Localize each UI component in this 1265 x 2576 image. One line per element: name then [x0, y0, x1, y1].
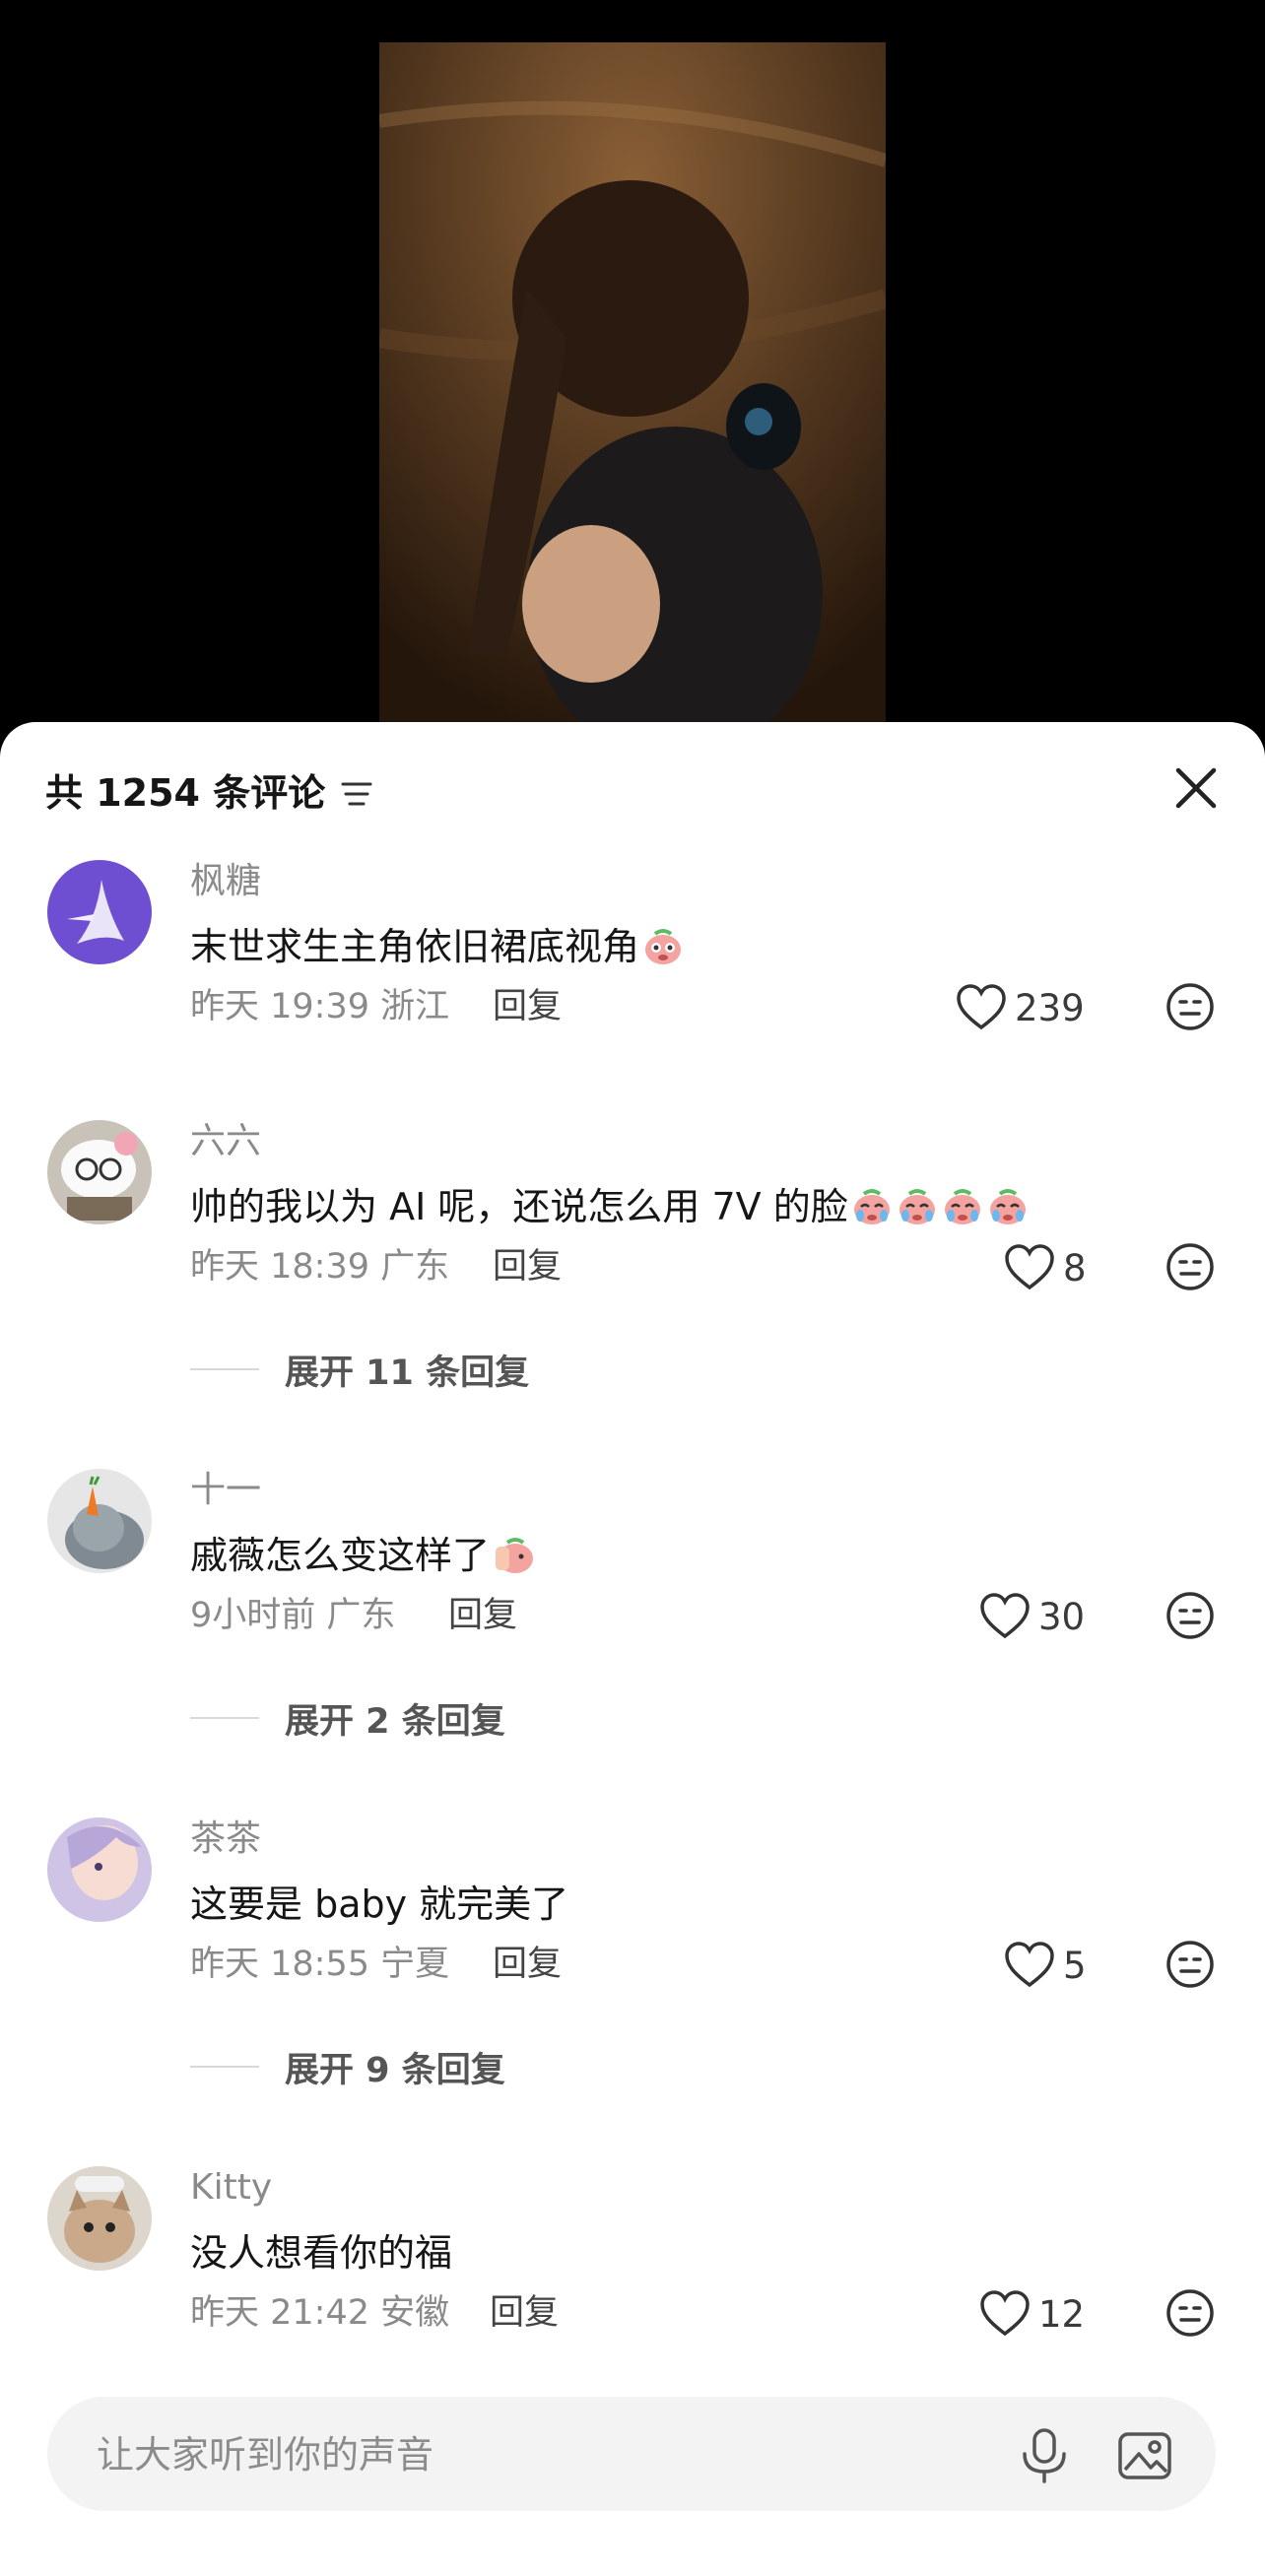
reply-button[interactable]: 回复 — [493, 982, 562, 1031]
comment-text: 这要是 baby 就完美了 — [190, 1882, 569, 1926]
comment-username[interactable]: 十一 — [190, 1466, 261, 1515]
expand-replies-label: 展开 9 条回复 — [285, 2050, 505, 2090]
like-count: 8 — [1063, 1246, 1087, 1289]
like-button[interactable]: 8 — [1004, 1240, 1087, 1295]
comment-location: 浙江 — [380, 987, 450, 1026]
comment-username[interactable]: 六六 — [190, 1117, 261, 1166]
reply-button[interactable]: 回复 — [448, 1591, 517, 1640]
comment-time: 昨天 21:42 — [190, 2293, 369, 2333]
expand-divider — [190, 1717, 259, 1719]
comment-username[interactable]: 枫糖 — [190, 857, 261, 906]
comment-time: 昨天 19:39 — [190, 987, 369, 1026]
like-button[interactable]: 30 — [979, 1589, 1085, 1644]
comment-text-body: 戚薇怎么变这样了 — [190, 1534, 491, 1577]
crying-emoji-icon — [944, 1189, 980, 1224]
comment-time: 9小时前 — [190, 1596, 316, 1635]
expand-divider — [190, 2066, 259, 2068]
avatar[interactable] — [47, 860, 152, 964]
comment-location: 广东 — [380, 1247, 450, 1287]
comment-location: 广东 — [326, 1596, 396, 1635]
crying-emoji-icon — [989, 1189, 1026, 1224]
comment-sheet: 共 1254 条评论 枫糖 末世求生主角依旧裙底视角 昨天 19:39 浙江 回… — [0, 722, 1265, 2576]
video-frame[interactable] — [379, 42, 886, 749]
avatar[interactable] — [47, 1469, 152, 1573]
like-button[interactable]: 12 — [979, 2286, 1085, 2342]
dislike-face-icon[interactable] — [1165, 1940, 1215, 1989]
comment-meta: 昨天 18:39 广东 — [190, 1242, 449, 1291]
avatar[interactable] — [47, 1817, 152, 1922]
image-icon[interactable] — [1117, 2428, 1172, 2483]
comment-location: 宁夏 — [380, 1945, 450, 1984]
sort-icon[interactable] — [340, 777, 373, 811]
comment-meta: 9小时前 广东 — [190, 1591, 395, 1640]
home-indicator — [0, 2522, 1265, 2576]
crying-emoji-icon — [853, 1189, 890, 1224]
avatar[interactable] — [47, 2166, 152, 2271]
comment-text: 末世求生主角依旧裙底视角 — [190, 919, 685, 974]
comment-meta: 昨天 18:55 宁夏 — [190, 1940, 449, 1989]
dislike-face-icon[interactable] — [1165, 2288, 1215, 2338]
dislike-face-icon[interactable] — [1165, 1591, 1215, 1640]
comment-input-bar[interactable] — [47, 2397, 1216, 2513]
comment-text-body: 末世求生主角依旧裙底视角 — [190, 925, 640, 968]
dislike-face-icon[interactable] — [1165, 1242, 1215, 1291]
expand-replies-button[interactable]: 展开 9 条回复 — [190, 2042, 505, 2091]
comment-username[interactable]: Kitty — [190, 2163, 272, 2213]
like-button[interactable]: 5 — [1004, 1938, 1087, 1993]
expand-replies-button[interactable]: 展开 11 条回复 — [190, 1345, 529, 1394]
comment-text: 没人想看你的福 — [190, 2231, 453, 2275]
like-button[interactable]: 239 — [956, 980, 1085, 1035]
expand-replies-label: 展开 11 条回复 — [285, 1353, 530, 1393]
heart-icon — [957, 984, 1006, 1030]
comment-text-body: 帅的我以为 AI 呢，还说怎么用 7V 的脸 — [190, 1185, 848, 1228]
expand-replies-label: 展开 2 条回复 — [285, 1701, 505, 1742]
comment-meta: 昨天 19:39 浙江 — [190, 982, 449, 1031]
avatar[interactable] — [47, 1120, 152, 1224]
video-still-image — [379, 42, 886, 749]
like-count: 5 — [1063, 1944, 1087, 1987]
dislike-face-icon[interactable] — [1165, 982, 1215, 1031]
microphone-icon[interactable] — [1017, 2426, 1072, 2485]
comment-meta: 昨天 21:42 安徽 — [190, 2288, 449, 2338]
heart-icon — [1005, 1942, 1054, 1988]
like-count: 30 — [1038, 1595, 1086, 1638]
heart-icon — [1005, 1244, 1054, 1290]
reply-button[interactable]: 回复 — [490, 2288, 559, 2338]
comment-username[interactable]: 茶茶 — [190, 1815, 261, 1864]
comment-location: 安徽 — [380, 2293, 450, 2333]
comment-text: 帅的我以为 AI 呢，还说怎么用 7V 的脸 — [190, 1179, 1030, 1234]
video-player-area[interactable] — [0, 0, 1265, 749]
comment-text: 戚薇怎么变这样了 — [190, 1528, 535, 1583]
like-count: 12 — [1038, 2292, 1086, 2336]
expand-replies-button[interactable]: 展开 2 条回复 — [190, 1693, 505, 1743]
reply-button[interactable]: 回复 — [493, 1940, 562, 1989]
comment-sheet-header: 共 1254 条评论 — [0, 722, 1265, 855]
crying-emoji-icon — [899, 1189, 935, 1224]
comment-count-title: 共 1254 条评论 — [45, 771, 326, 815]
comment-input[interactable] — [95, 2397, 985, 2513]
reply-button[interactable]: 回复 — [493, 1242, 562, 1291]
expand-divider — [190, 1368, 259, 1370]
crying-emoji-icon — [645, 929, 682, 964]
close-icon[interactable] — [1170, 762, 1222, 814]
like-count: 239 — [1015, 986, 1085, 1029]
comment-time: 昨天 18:55 — [190, 1945, 369, 1984]
heart-icon — [980, 2290, 1030, 2337]
face-palm-emoji-icon — [496, 1538, 534, 1573]
heart-icon — [980, 1593, 1030, 1639]
comment-time: 昨天 18:39 — [190, 1247, 369, 1287]
